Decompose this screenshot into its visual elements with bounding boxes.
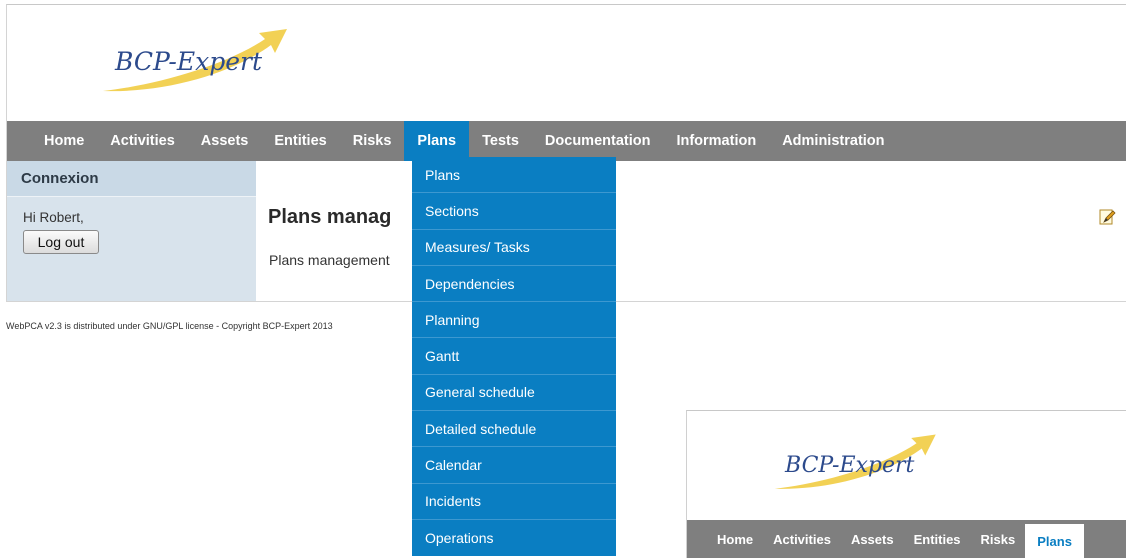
main-navbar: Home Activities Assets Entities Risks Pl… (7, 121, 1126, 161)
inset-brand-logo: BCP-Expert (757, 431, 957, 501)
nav-entities[interactable]: Entities (261, 121, 339, 161)
inset-nav-activities: Activities (773, 531, 831, 547)
page-title: Plans manag (268, 206, 392, 228)
edit-icon[interactable] (1098, 208, 1116, 226)
menu-item-measures-tasks[interactable]: Measures/ Tasks (412, 230, 616, 266)
user-greeting: Hi Robert, (23, 210, 84, 225)
inset-navbar: Home Activities Assets Entities Risks Pl… (687, 520, 1126, 558)
nav-administration[interactable]: Administration (769, 121, 897, 161)
menu-item-gantt[interactable]: Gantt (412, 338, 616, 375)
plans-dropdown-menu: Plans Sections Measures/ Tasks Dependenc… (412, 157, 616, 557)
inset-nav-assets: Assets (850, 531, 894, 547)
menu-item-sections[interactable]: Sections (412, 193, 616, 230)
menu-item-operations[interactable]: Operations (412, 520, 616, 556)
nav-assets[interactable]: Assets (188, 121, 262, 161)
inset-screenshot: BCP-Expert Home Activities Assets Entiti… (686, 410, 1126, 558)
menu-item-general-schedule[interactable]: General schedule (412, 375, 616, 412)
logout-button[interactable]: Log out (23, 230, 99, 254)
menu-item-incidents[interactable]: Incidents (412, 484, 616, 520)
menu-item-calendar[interactable]: Calendar (412, 447, 616, 484)
nav-tests[interactable]: Tests (469, 121, 532, 161)
menu-item-detailed-schedule[interactable]: Detailed schedule (412, 411, 616, 448)
page-description: Plans management (269, 252, 390, 268)
nav-activities[interactable]: Activities (97, 121, 187, 161)
brand-logo[interactable]: BCP-Expert (97, 25, 297, 105)
inset-nav-plans: Plans (1025, 524, 1084, 558)
nav-risks[interactable]: Risks (340, 121, 405, 161)
nav-home[interactable]: Home (31, 121, 97, 161)
inset-logo-text: BCP-Expert (785, 453, 915, 478)
inset-nav-home: Home (717, 531, 754, 547)
menu-item-dependencies[interactable]: Dependencies (412, 266, 616, 303)
footer-license: WebPCA v2.3 is distributed under GNU/GPL… (6, 321, 333, 331)
sidebar-header: Connexion (7, 161, 256, 197)
inset-nav-entities: Entities (913, 531, 961, 547)
inset-nav-risks: Risks (980, 531, 1016, 547)
menu-item-planning[interactable]: Planning (412, 302, 616, 339)
nav-information[interactable]: Information (663, 121, 769, 161)
menu-item-plans[interactable]: Plans (412, 157, 616, 194)
logo-text: BCP-Expert (115, 47, 263, 76)
nav-documentation[interactable]: Documentation (532, 121, 664, 161)
nav-plans[interactable]: Plans (404, 121, 470, 161)
